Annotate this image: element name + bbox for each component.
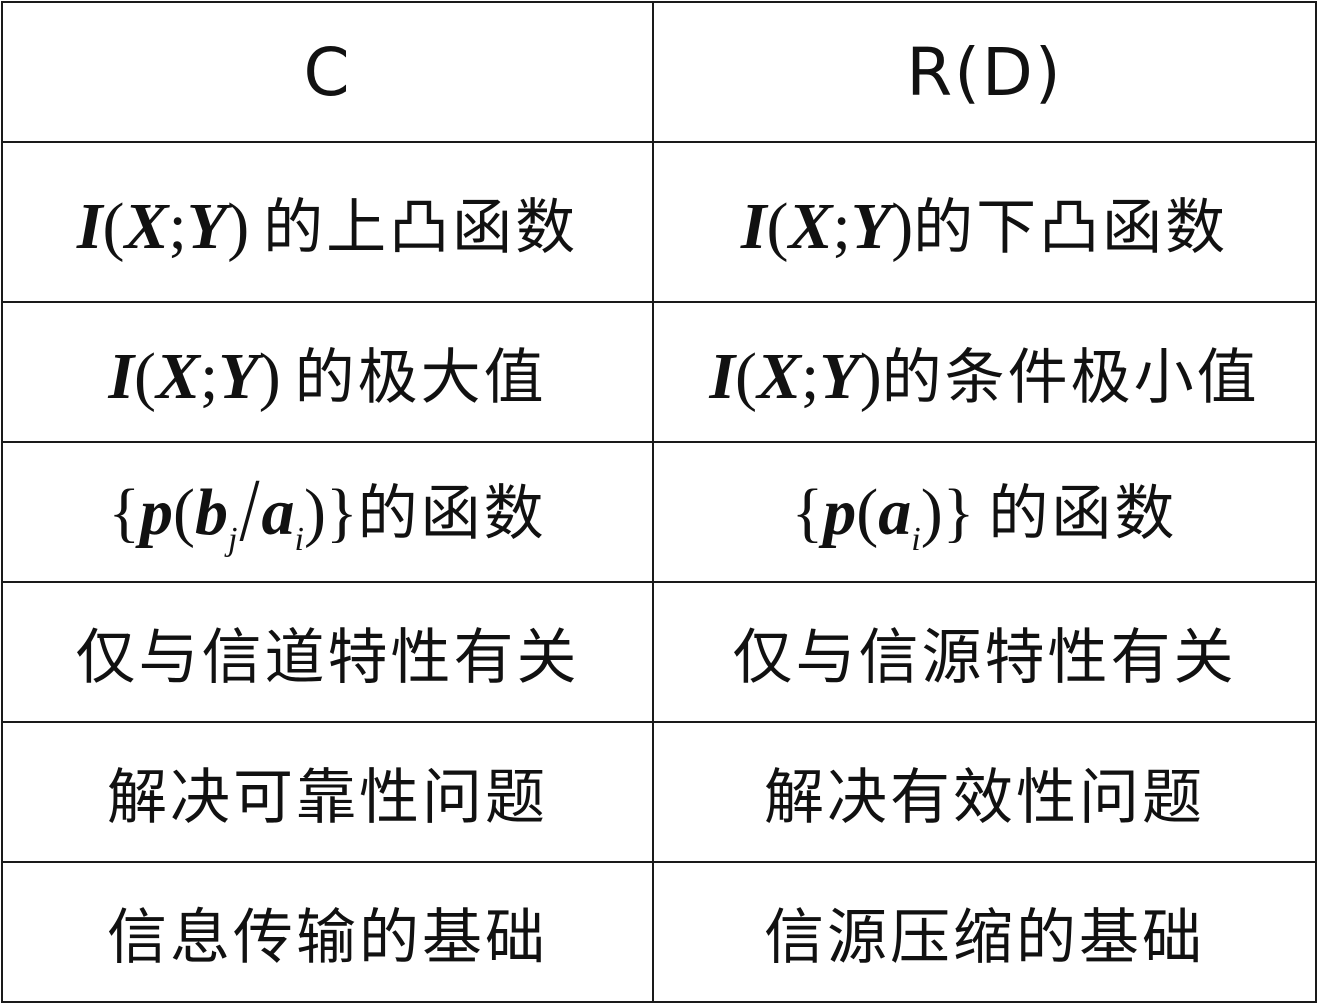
mutual-information-expression: I(X;Y) — [108, 339, 281, 413]
cell-text: 解决可靠性问题 — [107, 762, 548, 833]
header-row: C R(D) — [1, 1, 1317, 143]
cell-rd-dependency: 仅与信源特性有关 — [652, 581, 1317, 723]
table-row: I(X;Y) 的上凸函数 I(X;Y)的下凸函数 — [1, 141, 1317, 303]
c-vs-rd-comparison-table: C R(D) I(X;Y) 的上凸函数 I(X;Y)的下凸函数 I(X;Y) 的极大… — [1, 1, 1317, 1003]
cell-text: 信源压缩的基础 — [764, 902, 1205, 973]
cell-text: 解决有效性问题 — [764, 762, 1205, 833]
mutual-information-expression: I(X;Y) — [740, 189, 914, 263]
cell-c-function-of: {p(bj/ai)}的函数 — [1, 441, 654, 583]
mutual-information-expression: I(X;Y) — [76, 189, 250, 263]
cell-text: 的极大值 — [294, 342, 547, 413]
cell-text: 仅与信道特性有关 — [75, 622, 580, 693]
cell-text: 仅与信源特性有关 — [732, 622, 1237, 693]
cell-c-extremum: I(X;Y) 的极大值 — [1, 301, 654, 443]
cell-rd-problem: 解决有效性问题 — [652, 721, 1317, 863]
mutual-information-expression: I(X;Y) — [709, 339, 882, 413]
cell-rd-convexity: I(X;Y)的下凸函数 — [652, 141, 1317, 303]
table-row: I(X;Y) 的极大值 I(X;Y)的条件极小值 — [1, 301, 1317, 443]
cell-rd-function-of: {p(ai)} 的函数 — [652, 441, 1317, 583]
cell-text: 的上凸函数 — [263, 192, 579, 263]
comparison-table-container: C R(D) I(X;Y) 的上凸函数 I(X;Y)的下凸函数 I(X;Y) 的极大… — [1, 1, 1317, 1003]
cell-text: 的下凸函数 — [913, 192, 1229, 263]
table-row: 仅与信道特性有关 仅与信源特性有关 — [1, 581, 1317, 723]
cell-c-convexity: I(X;Y) 的上凸函数 — [1, 141, 654, 303]
header-rd: R(D) — [652, 1, 1317, 143]
cell-c-foundation: 信息传输的基础 — [1, 861, 654, 1003]
cell-text: 的函数 — [988, 479, 1178, 549]
cell-text: 的函数 — [357, 479, 547, 549]
cell-text: 信息传输的基础 — [107, 902, 548, 973]
cell-rd-foundation: 信源压缩的基础 — [652, 861, 1317, 1003]
table-row: {p(bj/ai)}的函数 {p(ai)} 的函数 — [1, 441, 1317, 583]
table-row: 解决可靠性问题 解决有效性问题 — [1, 721, 1317, 863]
transition-probability-expression: {p(bj/ai)} — [108, 459, 358, 560]
source-probability-expression: {p(ai)} — [791, 476, 975, 558]
header-c: C — [1, 1, 654, 143]
cell-c-problem: 解决可靠性问题 — [1, 721, 654, 863]
cell-text: 的条件极小值 — [881, 342, 1260, 413]
table-row: 信息传输的基础 信源压缩的基础 — [1, 861, 1317, 1003]
cell-c-dependency: 仅与信道特性有关 — [1, 581, 654, 723]
cell-rd-extremum: I(X;Y)的条件极小值 — [652, 301, 1317, 443]
